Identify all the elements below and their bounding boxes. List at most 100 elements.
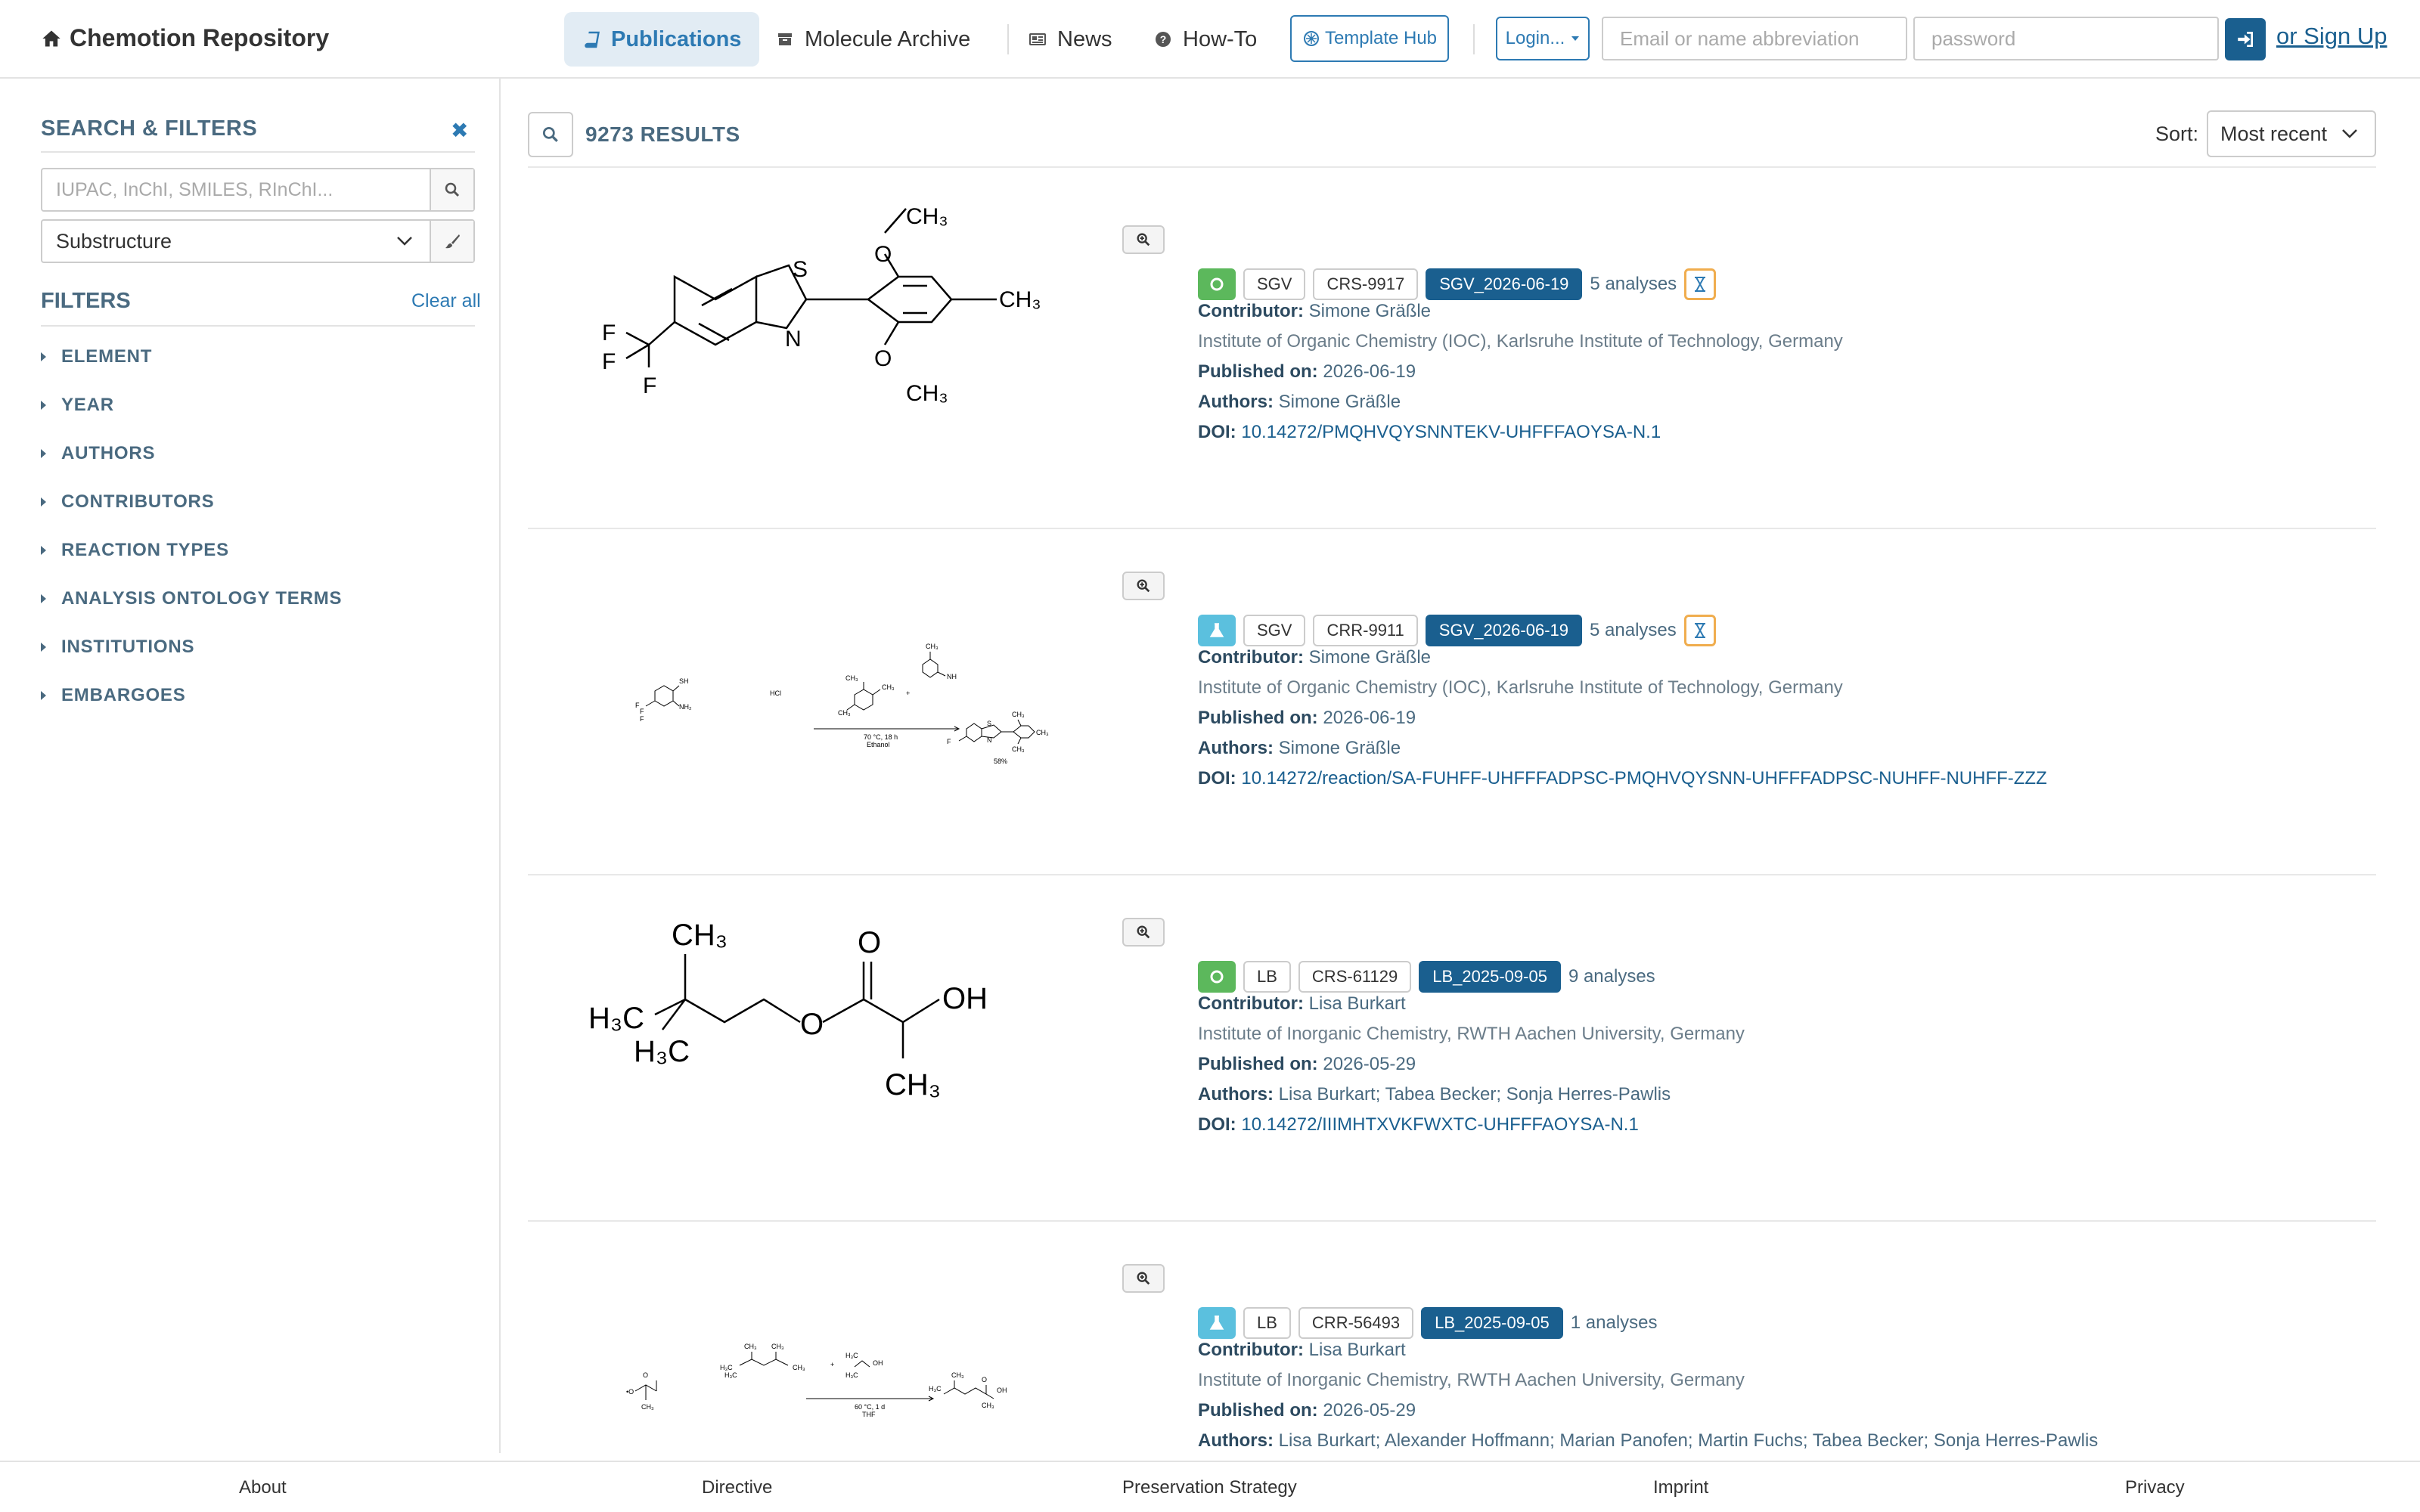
- nav-publications[interactable]: Publications: [564, 12, 760, 67]
- filter-authors[interactable]: AUTHORS: [41, 443, 155, 464]
- brand-link[interactable]: Chemotion Repository: [41, 24, 329, 52]
- repository-id-tag[interactable]: CRS-61129: [1298, 961, 1412, 993]
- field-label: Published on:: [1198, 1400, 1318, 1421]
- structure-search-box: [41, 168, 475, 212]
- sample-type-badge[interactable]: [1198, 268, 1236, 300]
- svg-text:CH₃: CH₃: [882, 683, 895, 691]
- nav-molecule-archive[interactable]: Molecule Archive: [758, 12, 988, 67]
- svg-text:F: F: [640, 715, 644, 723]
- doi-link[interactable]: 10.14272/reaction/SA-FUHFF-UHFFFADPSC-PM…: [1241, 768, 2046, 789]
- template-hub-label: Template Hub: [1324, 28, 1438, 48]
- filter-year[interactable]: YEAR: [41, 395, 114, 416]
- reaction-type-badge[interactable]: [1198, 615, 1236, 646]
- author-prefix-tag: LB: [1243, 1307, 1291, 1339]
- pending-review-button[interactable]: [1684, 268, 1717, 300]
- institution-line: Institute of Inorganic Chemistry, RWTH A…: [1198, 1370, 1745, 1390]
- email-input[interactable]: [1602, 17, 1907, 60]
- field-label: Authors:: [1198, 1084, 1274, 1105]
- filter-reaction-types[interactable]: REACTION TYPES: [41, 540, 229, 561]
- zoom-button[interactable]: [1122, 1264, 1165, 1293]
- svg-text:H₃C: H₃C: [845, 1352, 858, 1359]
- field-label: DOI:: [1198, 1114, 1236, 1135]
- doi-link[interactable]: 10.14272/IIIMHTXVKFWXTC-UHFFFAOYSA-N.1: [1241, 1114, 1638, 1135]
- filter-embargoes[interactable]: EMBARGOES: [41, 685, 186, 706]
- structure-search-input[interactable]: [42, 169, 430, 210]
- molecule-structure-image[interactable]: CH₃ H₃C H₃C O O OH CH₃: [573, 886, 1087, 1188]
- toggle-search-button[interactable]: [528, 112, 573, 157]
- published-line: Published on: 2026-06-19: [1198, 708, 1416, 729]
- filter-element[interactable]: ELEMENT: [41, 346, 152, 367]
- svg-text:CH₃: CH₃: [672, 919, 728, 952]
- field-label: Authors:: [1198, 1430, 1274, 1451]
- sort-value: Most recent: [2220, 122, 2328, 145]
- svg-text:NH₂: NH₂: [679, 703, 692, 711]
- svg-text:F: F: [947, 738, 951, 745]
- authors-value: Simone Gräßle: [1278, 392, 1401, 412]
- zoom-button[interactable]: [1122, 572, 1165, 600]
- svg-text:CH₃: CH₃: [845, 674, 858, 682]
- caret-right-icon: [41, 401, 46, 410]
- svg-text:F: F: [602, 349, 616, 374]
- result-tags: SGV CRS-9917 SGV_2026-06-19 5 analyses: [1198, 268, 1717, 301]
- sign-up-link[interactable]: or Sign Up: [2276, 23, 2387, 50]
- filter-analysis-ontology-terms[interactable]: ANALYSIS ONTOLOGY TERMS: [41, 588, 342, 609]
- svg-text:CH₃: CH₃: [1012, 745, 1025, 753]
- reaction-type-badge[interactable]: [1198, 1307, 1236, 1339]
- published-line: Published on: 2026-06-19: [1198, 361, 1416, 383]
- footer-privacy-link[interactable]: Privacy: [2125, 1477, 2185, 1498]
- caret-right-icon: [41, 497, 46, 507]
- zoom-button[interactable]: [1122, 225, 1165, 254]
- search-button[interactable]: [430, 169, 473, 210]
- repository-id-tag[interactable]: CRS-9917: [1313, 268, 1419, 300]
- sample-type-badge[interactable]: [1198, 961, 1236, 993]
- svg-text:CH₃: CH₃: [1036, 729, 1049, 736]
- svg-text:F: F: [602, 321, 616, 345]
- nav-news[interactable]: News: [1010, 12, 1131, 67]
- collection-label-tag[interactable]: SGV_2026-06-19: [1425, 615, 1583, 646]
- filter-label: AUTHORS: [61, 443, 156, 463]
- svg-text:CH₃: CH₃: [906, 381, 948, 406]
- sort-select[interactable]: Most recent: [2207, 110, 2376, 157]
- sign-in-button[interactable]: [2225, 18, 2266, 60]
- footer-about-link[interactable]: About: [239, 1477, 287, 1498]
- footer-directive-link[interactable]: Directive: [702, 1477, 772, 1498]
- repository-id-tag[interactable]: CRR-56493: [1298, 1307, 1414, 1339]
- collection-label-tag[interactable]: LB_2025-09-05: [1421, 1307, 1563, 1339]
- search-mode-select[interactable]: Substructure: [41, 219, 475, 263]
- collection-label-tag[interactable]: LB_2025-09-05: [1419, 961, 1561, 993]
- flask-icon: [1209, 1315, 1224, 1330]
- svg-text:O: O: [874, 346, 892, 371]
- analyses-count: 9 analyses: [1568, 966, 1655, 987]
- reaction-yield-text: 58%: [994, 758, 1007, 765]
- caret-right-icon: [41, 691, 46, 700]
- pending-review-button[interactable]: [1683, 615, 1716, 646]
- footer-imprint-link[interactable]: Imprint: [1653, 1477, 1708, 1498]
- doi-link[interactable]: 10.14272/PMQHVQYSNNTEKV-UHFFFAOYSA-N.1: [1241, 422, 1661, 442]
- template-hub-button[interactable]: Template Hub: [1290, 15, 1449, 62]
- sample-icon: [1210, 970, 1224, 984]
- svg-text:O: O: [874, 242, 892, 267]
- top-navbar: Chemotion Repository Publications Molecu…: [0, 0, 2420, 79]
- close-icon[interactable]: ✖: [451, 118, 468, 143]
- nav-how-to[interactable]: ? How-To: [1136, 12, 1275, 67]
- password-input[interactable]: [1913, 17, 2219, 60]
- draw-structure-button[interactable]: [430, 221, 473, 262]
- filter-contributors[interactable]: CONTRIBUTORS: [41, 491, 215, 513]
- login-dropdown[interactable]: Login...: [1496, 17, 1590, 60]
- sidebar-title: SEARCH & FILTERS: [41, 116, 258, 141]
- svg-text:OH: OH: [942, 982, 988, 1015]
- zoom-button[interactable]: [1122, 918, 1165, 947]
- filter-institutions[interactable]: INSTITUTIONS: [41, 637, 194, 658]
- svg-text:H₃C: H₃C: [634, 1035, 690, 1068]
- contributor-line: Contributor: Simone Gräßle: [1198, 647, 1431, 668]
- reaction-scheme-image[interactable]: SH NH₂ F F F HCl CH₃ CH₃ CH₃ + CH₃ NH CH…: [573, 540, 1087, 842]
- collection-label-tag[interactable]: SGV_2026-06-19: [1426, 268, 1583, 300]
- caret-right-icon: [41, 594, 46, 603]
- contributor-line: Contributor: Simone Gräßle: [1198, 301, 1431, 322]
- molecule-structure-image[interactable]: S N O CH₃ O CH₃ CH₃ F F F: [573, 194, 1087, 496]
- doi-line: DOI: 10.14272/PMQHVQYSNNTEKV-UHFFFAOYSA-…: [1198, 422, 1661, 443]
- clear-all-link[interactable]: Clear all: [411, 290, 481, 312]
- footer-preservation-strategy-link[interactable]: Preservation Strategy: [1122, 1477, 1297, 1498]
- published-value: 2026-06-19: [1323, 361, 1416, 382]
- repository-id-tag[interactable]: CRR-9911: [1313, 615, 1418, 646]
